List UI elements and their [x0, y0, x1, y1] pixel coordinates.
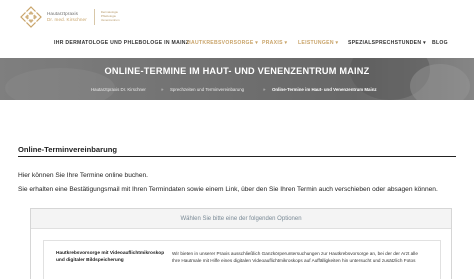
logo[interactable]: Hautarztpraxis Dr. med. Kirschner Dermat…: [20, 5, 119, 29]
nav-item-hautkrebsvorsorge[interactable]: HAUTKREBSVORSORGE ▾: [187, 40, 258, 46]
logo-name-line1: Hautarztpraxis: [47, 10, 79, 16]
breadcrumb-current: Online-Termine im Haut- und Venenzentrum…: [272, 87, 377, 92]
option-title: Hautkrebsvorsorge mit Videoauflichtmikro…: [56, 251, 165, 263]
intro-text: Hier können Sie Ihre Termine online buch…: [18, 172, 149, 179]
nav-item-leistungen[interactable]: LEISTUNGEN ▾: [298, 40, 338, 46]
logo-emblem-icon: [20, 6, 42, 28]
main-navigation: IHR DERMATOLOGE UND PHLEBOLOGE IN MAINZ …: [0, 40, 474, 50]
section-divider: [18, 156, 456, 157]
site-header: Hautarztpraxis Dr. med. Kirschner Dermat…: [0, 0, 474, 58]
logo-wordmark: Hautarztpraxis Dr. med. Kirschner: [47, 10, 87, 22]
options-header: Wählen Sie bitte eine der folgenden Opti…: [31, 209, 451, 229]
nav-item-blog[interactable]: BLOG: [432, 40, 448, 46]
page-title: ONLINE-TERMINE IM HAUT- UND VENENZENTRUM…: [104, 66, 370, 76]
nav-item-spezialsprechstunden[interactable]: SPEZIALSPRECHSTUNDEN ▾: [348, 40, 426, 46]
breadcrumb-link-sprechzeiten[interactable]: Sprechzeiten und Terminvereinbarung: [170, 87, 244, 92]
booking-option[interactable]: Hautkrebsvorsorge mit Videoauflichtmikro…: [43, 240, 441, 279]
nav-item-praxis[interactable]: PRAXIS ▾: [262, 40, 287, 46]
logo-tagline: Dermatologie Phlebologie Venenzentrum: [101, 11, 120, 22]
breadcrumb-link-home[interactable]: Hautarztpraxis Dr. Kirschner: [91, 87, 146, 92]
confirmation-info-text: Sie erhalten eine Bestätigungsmail mit I…: [18, 186, 438, 193]
option-description: Wir bieten in unserer Praxis ausschließl…: [172, 251, 418, 263]
section-title: Online-Terminvereinbarung: [18, 145, 118, 154]
logo-tagline-line: Venenzentrum: [100, 17, 120, 22]
booking-options-panel: Wählen Sie bitte eine der folgenden Opti…: [30, 208, 452, 279]
nav-item-home[interactable]: IHR DERMATOLOGE UND PHLEBOLOGE IN MAINZ: [54, 40, 189, 46]
logo-name-line2: Dr. med. Kirschner: [47, 16, 87, 22]
breadcrumb-separator: »: [263, 87, 266, 92]
logo-divider: [93, 9, 95, 25]
breadcrumb: Hautarztpraxis Dr. Kirschner » Sprechzei…: [0, 87, 474, 95]
breadcrumb-separator: »: [161, 87, 164, 92]
hero-banner: ONLINE-TERMINE IM HAUT- UND VENENZENTRUM…: [0, 58, 474, 100]
